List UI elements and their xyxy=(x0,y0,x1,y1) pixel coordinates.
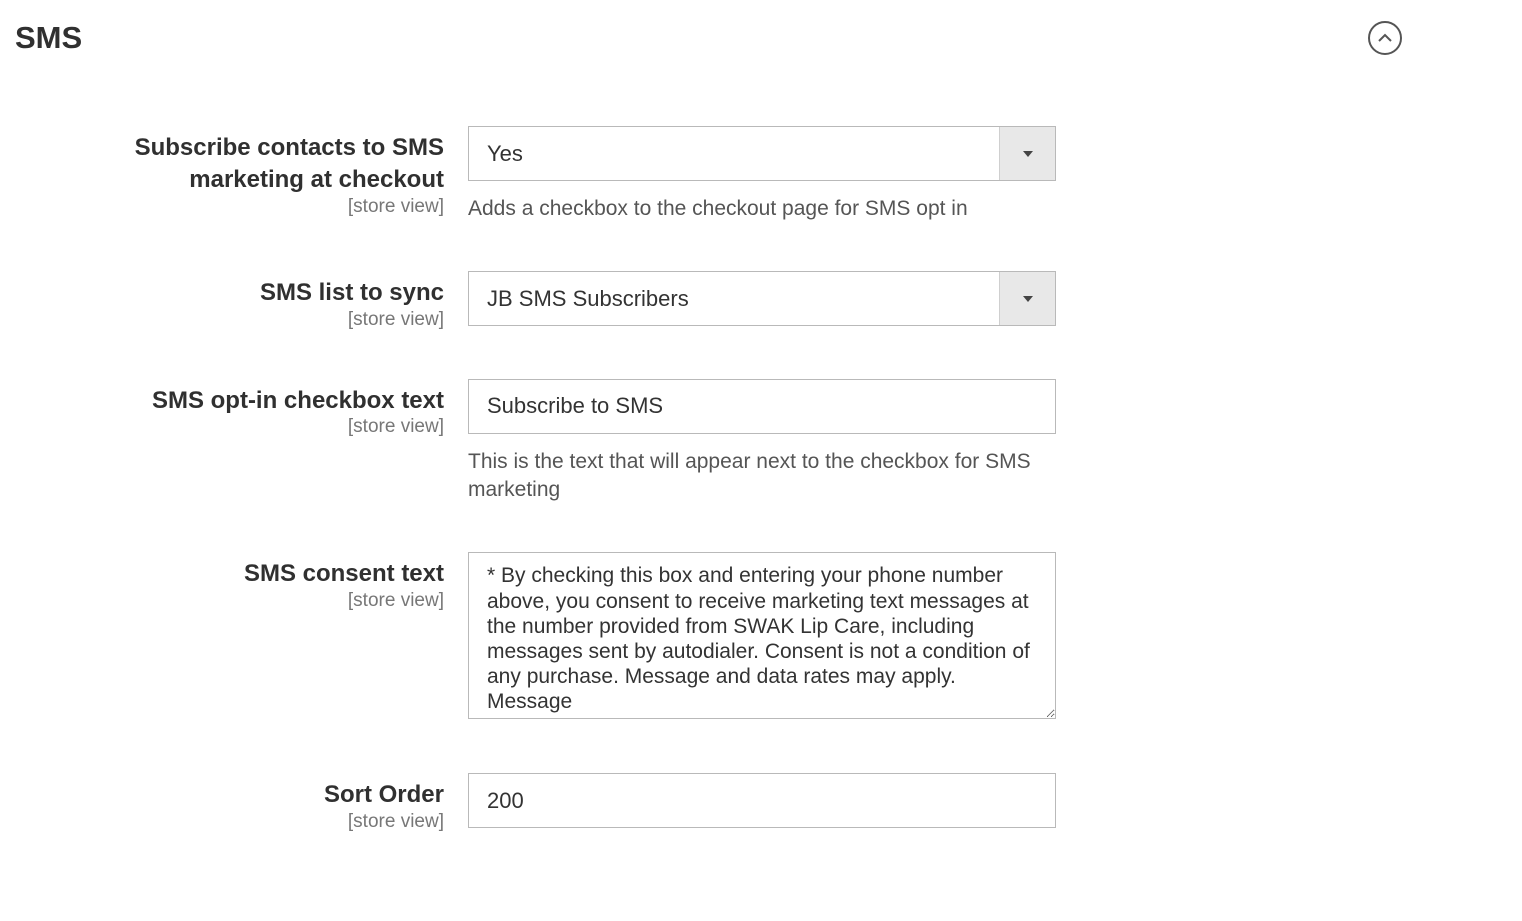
input-col xyxy=(468,773,1056,828)
label-col: SMS consent text [store view] xyxy=(15,552,468,611)
input-col: Yes Adds a checkbox to the checkout page… xyxy=(468,126,1056,223)
label-col: Subscribe contacts to SMS marketing at c… xyxy=(15,126,468,218)
subscribe-value: Yes xyxy=(469,141,999,167)
input-col: JB SMS Subscribers xyxy=(468,271,1056,326)
dropdown-arrow xyxy=(999,272,1055,325)
collapse-toggle[interactable] xyxy=(1368,21,1402,55)
field-subscribe: Subscribe contacts to SMS marketing at c… xyxy=(15,126,1507,223)
dropdown-arrow xyxy=(999,127,1055,180)
input-col xyxy=(468,552,1056,725)
list-select[interactable]: JB SMS Subscribers xyxy=(468,271,1056,326)
label-col: Sort Order [store view] xyxy=(15,773,468,832)
chevron-up-icon xyxy=(1378,33,1392,43)
consent-textarea[interactable] xyxy=(468,552,1056,719)
field-sort-order: Sort Order [store view] xyxy=(15,773,1507,832)
label-col: SMS list to sync [store view] xyxy=(15,271,468,330)
field-list: SMS list to sync [store view] JB SMS Sub… xyxy=(15,271,1507,330)
sms-section: SMS Subscribe contacts to SMS marketing … xyxy=(0,0,1522,921)
subscribe-help: Adds a checkbox to the checkout page for… xyxy=(468,195,1056,223)
checkbox-text-input[interactable] xyxy=(468,379,1056,434)
list-label: SMS list to sync xyxy=(15,277,444,309)
caret-down-icon xyxy=(1021,294,1035,304)
sort-order-input[interactable] xyxy=(468,773,1056,828)
checkbox-text-scope: [store view] xyxy=(15,416,444,438)
list-scope: [store view] xyxy=(15,309,444,331)
field-checkbox-text: SMS opt-in checkbox text [store view] Th… xyxy=(15,379,1507,505)
consent-label: SMS consent text xyxy=(15,558,444,590)
caret-down-icon xyxy=(1021,149,1035,159)
field-consent: SMS consent text [store view] xyxy=(15,552,1507,725)
section-header: SMS xyxy=(15,20,1507,56)
input-col: This is the text that will appear next t… xyxy=(468,379,1056,505)
section-title: SMS xyxy=(15,20,82,56)
subscribe-scope: [store view] xyxy=(15,196,444,218)
list-value: JB SMS Subscribers xyxy=(469,286,999,312)
consent-scope: [store view] xyxy=(15,590,444,612)
sort-order-scope: [store view] xyxy=(15,811,444,833)
label-col: SMS opt-in checkbox text [store view] xyxy=(15,379,468,438)
checkbox-text-help: This is the text that will appear next t… xyxy=(468,448,1056,505)
checkbox-text-label: SMS opt-in checkbox text xyxy=(15,385,444,417)
subscribe-label: Subscribe contacts to SMS marketing at c… xyxy=(15,132,444,197)
subscribe-select[interactable]: Yes xyxy=(468,126,1056,181)
sort-order-label: Sort Order xyxy=(15,779,444,811)
